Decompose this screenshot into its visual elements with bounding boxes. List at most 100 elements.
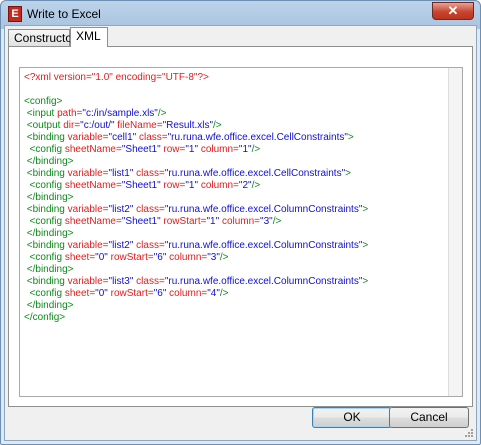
code-token-attr: column= xyxy=(198,180,239,191)
xml-tab-panel: <?xml version="1.0" encoding="UTF-8"?> <c… xyxy=(8,46,473,407)
code-token-tag: <input xyxy=(24,108,58,119)
code-token-attr: class= xyxy=(133,240,165,251)
tab-xml[interactable]: XML xyxy=(70,27,108,47)
window-title: Write to Excel xyxy=(27,7,101,21)
code-token-tag: <config xyxy=(24,144,65,155)
code-token-tag: /> xyxy=(213,120,222,131)
code-token-attr: class= xyxy=(133,204,165,215)
code-token-attr: rowStart= xyxy=(160,216,207,227)
code-token-val: "0" xyxy=(95,288,108,299)
code-token-tag: > xyxy=(362,204,369,215)
code-line: <output dir="c:/out/" fileName="Result.x… xyxy=(24,120,444,132)
code-token-val: "4" xyxy=(207,288,220,299)
code-token-val: "1" xyxy=(185,180,199,191)
code-token-attr: sheet= xyxy=(64,288,96,299)
code-token-attr: sheet= xyxy=(64,252,96,263)
code-token-tag: </binding> xyxy=(24,192,74,203)
xml-code-text[interactable]: <?xml version="1.0" encoding="UTF-8"?> <c… xyxy=(24,72,444,324)
code-token-tag: <config xyxy=(24,180,65,191)
code-token-val: "3" xyxy=(207,252,220,263)
code-token-val: "ru.runa.wfe.office.excel.ColumnConstrai… xyxy=(164,276,363,287)
code-token-attr: class= xyxy=(133,168,165,179)
code-token-attr: sheetName= xyxy=(64,216,122,227)
code-line: </binding> xyxy=(24,156,444,168)
ok-button[interactable]: OK xyxy=(312,407,392,428)
code-token-attr: column= xyxy=(166,252,208,263)
code-token-val: "Sheet1" xyxy=(121,216,161,227)
code-line: <binding variable="list1" class="ru.runa… xyxy=(24,168,444,180)
code-token-val: "6" xyxy=(153,252,167,263)
code-token-val: "ru.runa.wfe.office.excel.CellConstraint… xyxy=(164,168,346,179)
close-button[interactable]: ✕ xyxy=(432,2,474,20)
code-token-tag: /> xyxy=(272,216,282,227)
code-line: <input path="c:/in/sample.xls"/> xyxy=(24,108,444,120)
code-token-attr: class= xyxy=(136,132,168,143)
code-token-tag: </config> xyxy=(24,312,66,323)
code-token-val: "0" xyxy=(95,252,108,263)
code-token-attr: column= xyxy=(219,216,261,227)
code-line: <binding variable="list2" class="ru.runa… xyxy=(24,240,444,252)
code-token-val: "Result.xls" xyxy=(162,120,214,131)
code-line: <config sheetName="Sheet1" row="1" colum… xyxy=(24,144,444,156)
code-token-tag: > xyxy=(345,168,351,179)
code-token-attr: column= xyxy=(166,288,208,299)
code-token-tag: </binding> xyxy=(24,228,74,239)
code-token-tag: </binding> xyxy=(24,300,74,311)
code-line: </binding> xyxy=(24,228,444,240)
code-line: <binding variable="cell1" class="ru.runa… xyxy=(24,132,444,144)
excel-app-icon: E xyxy=(8,6,22,22)
code-line: <config sheetName="Sheet1" row="1" colum… xyxy=(24,180,444,192)
code-line: </binding> xyxy=(24,192,444,204)
code-token-decl: <?xml version="1.0" encoding="UTF-8"?> xyxy=(24,72,209,83)
code-token-attr: variable= xyxy=(67,240,109,251)
code-token-attr: fileName= xyxy=(114,120,163,131)
xml-editor[interactable]: <?xml version="1.0" encoding="UTF-8"?> <c… xyxy=(19,67,463,397)
code-token-tag: <binding xyxy=(24,132,68,143)
code-token-val: "ru.runa.wfe.office.excel.ColumnConstrai… xyxy=(164,240,363,251)
code-token-attr: column= xyxy=(198,144,239,155)
code-token-attr: variable= xyxy=(67,204,109,215)
code-token-attr: row= xyxy=(160,180,186,191)
code-token-attr: variable= xyxy=(67,276,109,287)
code-token-val: "cell1" xyxy=(108,132,137,143)
code-token-tag: <config xyxy=(24,252,65,263)
code-token-tag: /> xyxy=(251,180,261,191)
title-bar[interactable]: E Write to Excel ✕ xyxy=(1,1,480,28)
code-line: <?xml version="1.0" encoding="UTF-8"?> xyxy=(24,72,444,84)
code-token-tag: <config xyxy=(24,288,65,299)
code-token-val: "2" xyxy=(238,180,252,191)
code-token-val: "c:/out/" xyxy=(80,120,115,131)
code-token-val: "list3" xyxy=(108,276,134,287)
code-token-tag: <config xyxy=(24,216,65,227)
code-line: <binding variable="list2" class="ru.runa… xyxy=(24,204,444,216)
code-token-tag: > xyxy=(362,240,369,251)
code-token-attr: path= xyxy=(57,108,83,119)
code-token-attr: class= xyxy=(133,276,165,287)
code-token-val: "list2" xyxy=(108,204,134,215)
code-token-val: "1" xyxy=(185,144,199,155)
code-token-attr: dir= xyxy=(63,120,81,131)
code-token-tag: > xyxy=(362,276,369,287)
code-token-tag: /> xyxy=(219,252,229,263)
dialog-content: Constructor XML <?xml version="1.0" enco… xyxy=(4,25,477,441)
code-token-attr: sheetName= xyxy=(64,180,122,191)
code-token-attr: variable= xyxy=(67,168,109,179)
code-token-val: "6" xyxy=(153,288,167,299)
code-token-val: "ru.runa.wfe.office.excel.CellConstraint… xyxy=(167,132,348,143)
code-line: <config sheet="0" rowStart="6" column="3… xyxy=(24,252,444,264)
code-token-tag: /> xyxy=(251,144,261,155)
code-token-val: "1" xyxy=(238,144,252,155)
code-token-tag: <binding xyxy=(24,204,68,215)
code-token-attr: rowStart= xyxy=(107,288,154,299)
resize-grip-icon[interactable] xyxy=(464,428,474,438)
code-token-val: "ru.runa.wfe.office.excel.ColumnConstrai… xyxy=(164,204,363,215)
vertical-scrollbar[interactable] xyxy=(448,68,462,396)
tab-constructor[interactable]: Constructor xyxy=(8,29,76,47)
code-token-attr: rowStart= xyxy=(107,252,154,263)
code-token-val: "1" xyxy=(206,216,220,227)
code-token-attr: row= xyxy=(160,144,186,155)
code-token-tag: > xyxy=(347,132,354,143)
dialog-window: E Write to Excel ✕ Constructor XML <?xml… xyxy=(0,0,481,445)
cancel-button[interactable]: Cancel xyxy=(389,407,469,428)
code-token-val: "list2" xyxy=(108,240,134,251)
